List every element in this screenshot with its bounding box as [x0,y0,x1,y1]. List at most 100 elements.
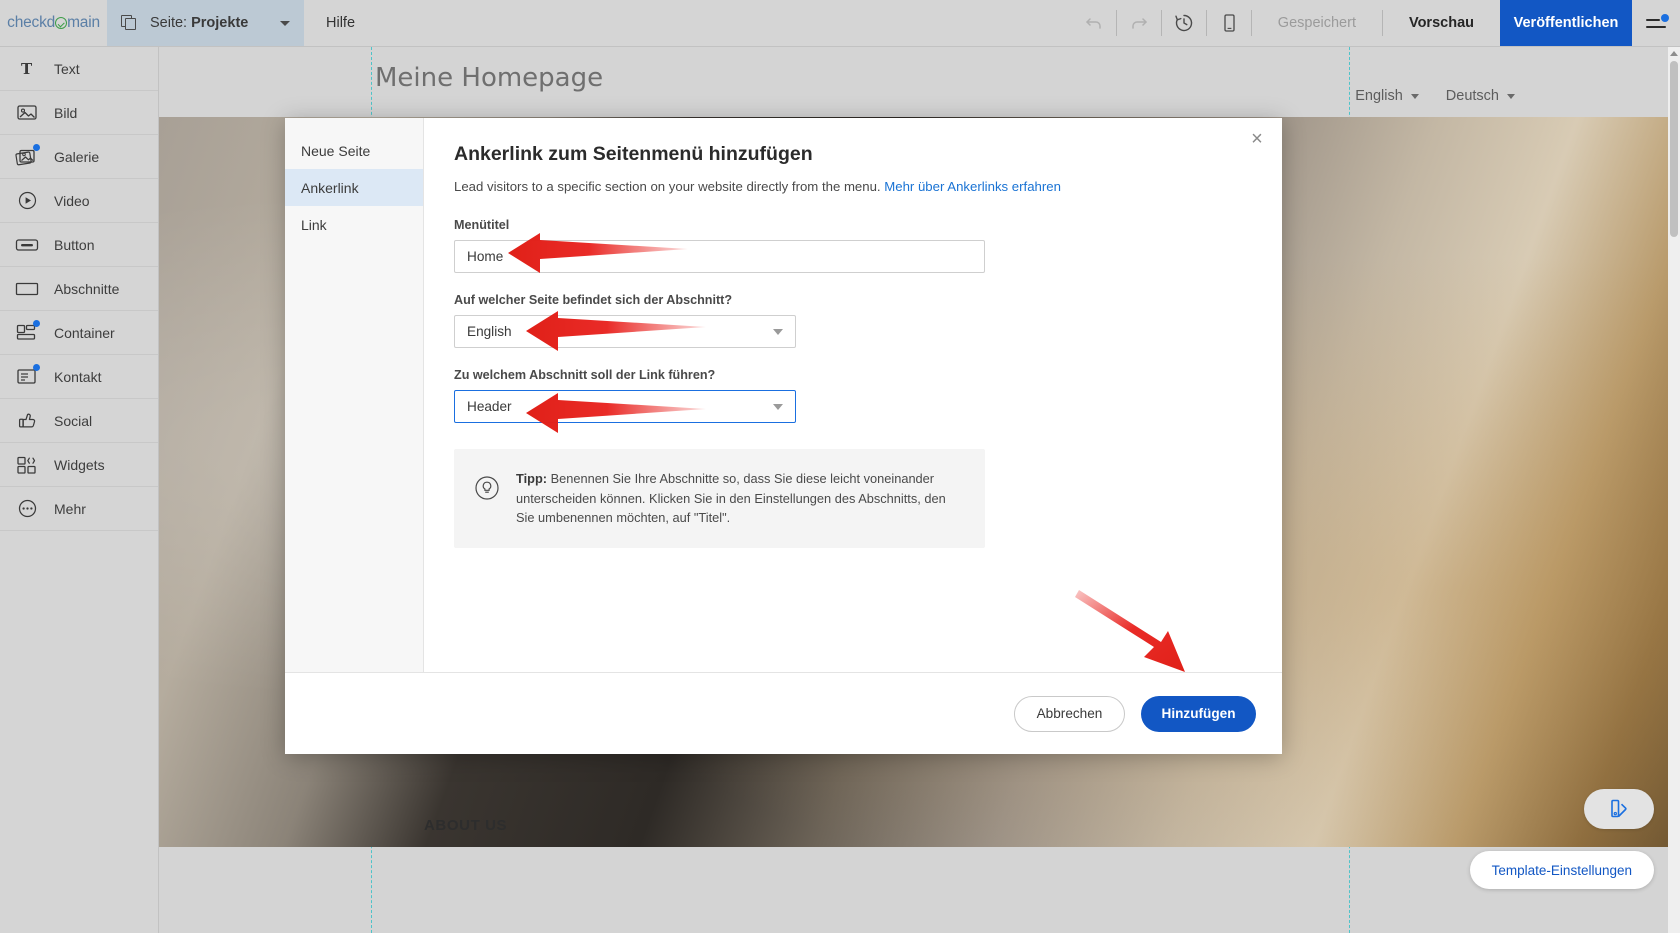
brand-logo-text: checkd main [7,14,100,31]
dialog-tab-ankerlink[interactable]: Ankerlink [285,169,423,206]
settings-menu-button[interactable] [1632,0,1680,46]
scroll-up-arrow[interactable] [1668,47,1680,59]
menu-title-input[interactable] [454,240,985,274]
field-page-select: Auf welcher Seite befindet sich der Absc… [454,293,1256,349]
field-section-select: Zu welchem Abschnitt soll der Link führe… [454,368,1256,424]
sidebar-item-container[interactable]: Container [0,311,158,355]
video-icon [14,189,40,213]
dialog-footer: Abbrechen Hinzufügen [285,672,1282,754]
sections-icon [14,277,40,301]
help-button[interactable]: Hilfe [304,0,377,46]
field-label-section-select: Zu welchem Abschnitt soll der Link führe… [454,368,716,383]
dialog-content: × Ankerlink zum Seitenmenü hinzufügen Le… [424,118,1282,672]
help-label: Hilfe [326,15,356,31]
scrollbar-thumb[interactable] [1670,61,1678,237]
notification-dot [1661,14,1669,22]
dialog-tab-link[interactable]: Link [285,206,423,243]
redo-icon [1132,18,1147,29]
tip-body: Benennen Sie Ihre Abschnitte so, dass Si… [516,471,946,526]
page-selector-label: Seite: Projekte [150,15,249,31]
app-root: checkd main Seite: Projekte Hilfe Gespei… [0,0,1680,933]
undo-icon [1086,18,1101,29]
sidebar-item-text[interactable]: T Text [0,47,158,91]
svg-text:T: T [21,60,33,78]
toolbar-actions: Gespeichert Vorschau [1072,0,1500,46]
sidebar-item-button[interactable]: Button [0,223,158,267]
sidebar-item-widgets[interactable]: Widgets [0,443,158,487]
saved-status: Gespeichert [1277,15,1356,31]
submit-add-button[interactable]: Hinzufügen [1141,695,1256,732]
dialog-body: Neue Seite Ankerlink Link × Ankerlink zu… [285,118,1282,672]
sidebar-item-mehr[interactable]: Mehr [0,487,158,531]
chevron-down-icon [1410,93,1419,99]
language-switcher: English Deutsch [1355,88,1515,104]
template-settings-button[interactable]: Template-Einstellungen [1469,851,1654,889]
pages-icon [121,14,139,32]
anchor-link-dialog: Neue Seite Ankerlink Link × Ankerlink zu… [285,118,1282,754]
gallery-icon [14,143,40,169]
language-option-english[interactable]: English [1355,88,1419,104]
history-button[interactable] [1162,0,1206,47]
vertical-scrollbar[interactable] [1668,47,1680,933]
sidebar-item-galerie[interactable]: Galerie [0,135,158,179]
undo-button[interactable] [1072,0,1116,47]
dialog-subtitle: Lead visitors to a specific section on y… [454,178,1256,196]
dialog-tab-neue-seite[interactable]: Neue Seite [285,132,423,169]
sidebar-item-video[interactable]: Video [0,179,158,223]
sidebar-item-social[interactable]: Social [0,399,158,443]
cancel-button[interactable]: Abbrechen [1014,695,1125,732]
language-option-deutsch[interactable]: Deutsch [1446,88,1515,104]
sidebar-item-abschnitte[interactable]: Abschnitte [0,267,158,311]
section-select-value: Header [467,399,512,415]
image-icon [14,101,40,125]
field-label-page-select: Auf welcher Seite befindet sich der Absc… [454,293,733,308]
chevron-down-icon [773,329,783,336]
sidebar-empty-area [0,531,158,933]
button-icon [14,233,40,257]
redo-button[interactable] [1117,0,1161,47]
about-us-heading: ABOUT US [424,817,508,834]
page-select-dropdown[interactable]: English [454,315,796,349]
container-icon [14,319,40,345]
top-toolbar: checkd main Seite: Projekte Hilfe Gespei… [0,0,1680,47]
page-select-value: English [467,324,512,340]
left-sidebar: T Text Bild Galerie Video Button Abschni… [0,47,159,933]
field-label-menu-title: Menütitel [454,218,510,233]
mobile-preview-button[interactable] [1207,0,1251,47]
learn-more-link[interactable]: Mehr über Ankerlinks erfahren [884,179,1061,194]
design-palette-button[interactable] [1584,789,1654,829]
dialog-subtitle-text: Lead visitors to a specific section on y… [454,179,881,194]
preview-button[interactable]: Vorschau [1383,15,1500,31]
dialog-title: Ankerlink zum Seitenmenü hinzufügen [454,143,813,165]
new-badge-dot [33,143,40,151]
preview-label: Vorschau [1408,15,1474,31]
history-clock-icon [1175,14,1192,32]
mobile-device-icon [1224,14,1235,32]
new-badge-dot [33,319,40,327]
close-icon[interactable]: × [1244,126,1270,152]
thumbs-up-icon [14,409,40,433]
dialog-nav: Neue Seite Ankerlink Link [285,118,424,672]
lightbulb-icon [474,475,500,501]
tip-box: Tipp: Benennen Sie Ihre Abschnitte so, d… [454,449,985,548]
sidebar-item-kontakt[interactable]: Kontakt [0,355,158,399]
tip-text: Tipp: Benennen Sie Ihre Abschnitte so, d… [516,469,963,527]
contact-icon [14,363,40,389]
template-settings-label: Template-Einstellungen [1491,862,1632,878]
chevron-down-icon [280,20,290,26]
publish-label: Veröffentlichen [1513,15,1619,31]
color-palette-icon [1611,799,1627,818]
tip-prefix: Tipp: [516,471,548,487]
sidebar-item-bild[interactable]: Bild [0,91,158,135]
hamburger-menu-icon [1646,19,1660,21]
brand-logo[interactable]: checkd main [0,0,107,46]
text-icon: T [14,57,40,81]
brand-check-icon [55,17,68,29]
chevron-down-icon [1507,93,1515,99]
page-selector[interactable]: Seite: Projekte [107,0,304,46]
section-select-dropdown[interactable]: Header [454,390,796,424]
field-menu-title: Menütitel [454,218,1256,274]
publish-button[interactable]: Veröffentlichen [1500,0,1632,46]
section-select-wrapper: Header [454,390,796,424]
